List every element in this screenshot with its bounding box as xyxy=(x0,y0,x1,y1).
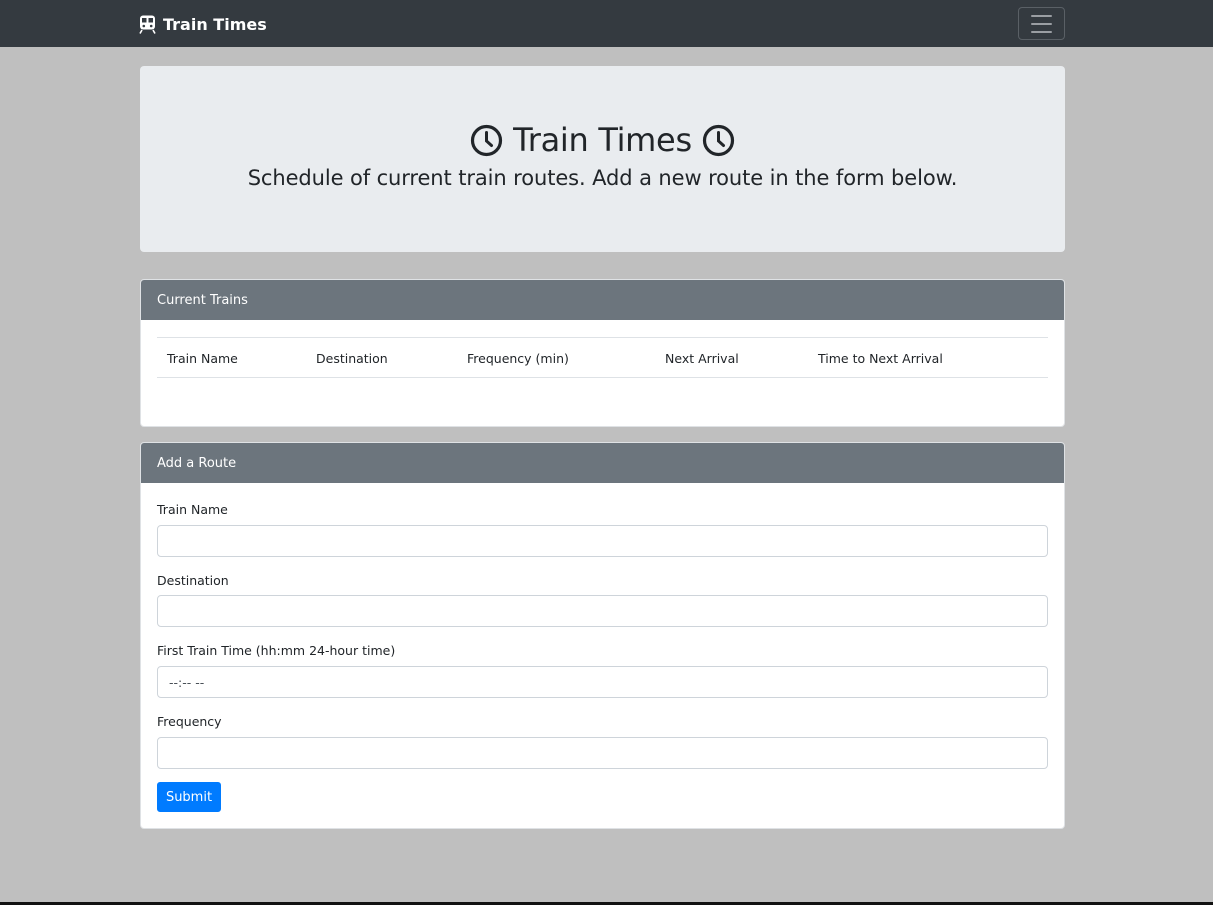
train-name-input[interactable] xyxy=(157,525,1048,557)
destination-label: Destination xyxy=(157,573,229,588)
frequency-label: Frequency xyxy=(157,714,222,729)
clock-icon xyxy=(471,124,503,156)
first-train-time-input[interactable] xyxy=(157,666,1048,698)
submit-button[interactable]: Submit xyxy=(157,782,221,812)
first-train-time-label: First Train Time (hh:mm 24-hour time) xyxy=(157,643,396,658)
current-trains-card: Current Trains Train Name Destination Fr… xyxy=(140,279,1065,427)
navbar: Train Times xyxy=(0,0,1213,47)
navbar-brand[interactable]: Train Times xyxy=(139,12,267,36)
hero-subtitle: Schedule of current train routes. Add a … xyxy=(247,166,958,190)
column-header: Train Name xyxy=(167,351,238,366)
add-route-card: Add a Route Train Name Destination First… xyxy=(140,442,1065,829)
trains-table-header: Train Name Destination Frequency (min) N… xyxy=(157,337,1048,378)
page-title: Train Times xyxy=(140,118,1065,162)
column-header: Destination xyxy=(316,351,388,366)
hamburger-menu-icon xyxy=(1031,14,1052,17)
train-icon xyxy=(139,15,156,34)
column-header: Time to Next Arrival xyxy=(818,351,943,366)
destination-input[interactable] xyxy=(157,595,1048,627)
card-header: Add a Route xyxy=(141,443,1064,483)
train-name-label: Train Name xyxy=(157,502,228,517)
card-header: Current Trains xyxy=(141,280,1064,320)
column-header: Next Arrival xyxy=(665,351,739,366)
frequency-input[interactable] xyxy=(157,737,1048,769)
brand-label: Train Times xyxy=(163,14,267,34)
hero-title: Train Times xyxy=(513,121,692,159)
clock-icon xyxy=(702,124,734,156)
column-header: Frequency (min) xyxy=(467,351,569,366)
hero-jumbotron: Train Times Schedule of current train ro… xyxy=(140,66,1065,252)
navbar-toggler-button[interactable] xyxy=(1018,7,1065,40)
